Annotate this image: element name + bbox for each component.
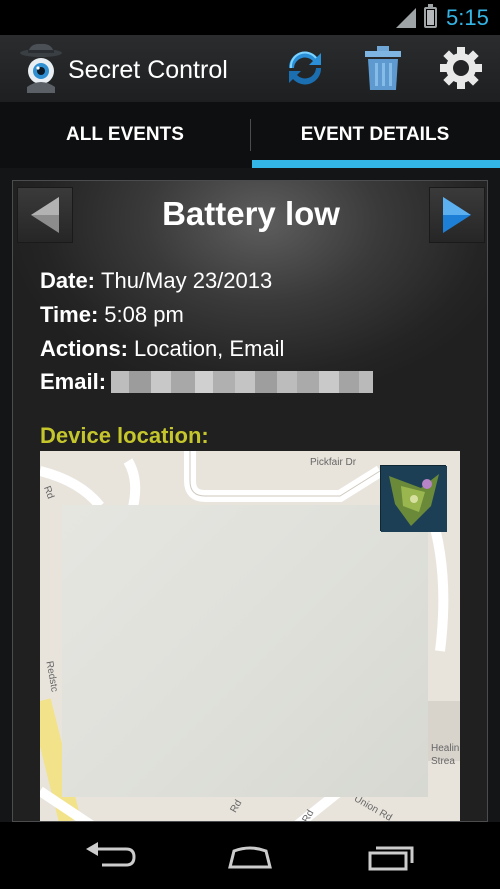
- email-value-redacted: [111, 371, 373, 393]
- map-thumbnail-image: [380, 465, 447, 532]
- map-street-label: Pickfair Dr: [310, 457, 357, 468]
- date-row: Date: Thu/May 23/2013: [40, 268, 272, 294]
- device-location-map[interactable]: Pickfair Dr Rd Dr Healin Strea Rd Union …: [40, 451, 460, 821]
- actions-row: Actions: Location, Email: [40, 336, 284, 362]
- tab-bar: ALL EVENTS EVENT DETAILS: [0, 102, 500, 168]
- back-button[interactable]: [80, 836, 140, 876]
- recent-apps-icon: [368, 846, 414, 871]
- spy-eye-app-icon[interactable]: [18, 43, 64, 93]
- status-time: 5:15: [446, 5, 489, 30]
- actions-label: Actions:: [40, 336, 128, 361]
- action-bar: Secret Control: [0, 35, 500, 102]
- app-title: Secret Control: [68, 56, 228, 84]
- map-redacted-overlay: [62, 505, 428, 797]
- date-value: Thu/May 23/2013: [101, 268, 273, 293]
- device-location-label: Device location:: [40, 423, 209, 448]
- next-event-button[interactable]: [429, 187, 485, 243]
- home-button[interactable]: [220, 836, 280, 876]
- gear-icon: [440, 47, 482, 89]
- time-row: Time: 5:08 pm: [40, 302, 184, 328]
- right-arrow-icon: [443, 197, 471, 233]
- map-place-label: Strea: [431, 756, 455, 767]
- delete-button[interactable]: [359, 44, 407, 92]
- date-label: Date:: [40, 268, 96, 293]
- sync-icon: [288, 51, 322, 85]
- email-row: Email:: [40, 369, 106, 395]
- recent-apps-button[interactable]: [360, 836, 420, 876]
- time-label: Time:: [40, 302, 99, 327]
- map-place-label: Healin: [431, 743, 460, 754]
- settings-button[interactable]: [437, 44, 485, 92]
- home-icon: [228, 846, 272, 869]
- event-card: Battery low Date: Thu/May 23/2013 Time: 5:…: [12, 180, 488, 822]
- actions-value: Location, Email: [134, 336, 285, 361]
- selected-tab-indicator: [252, 160, 500, 168]
- back-icon: [86, 842, 136, 867]
- tab-all-events[interactable]: ALL EVENTS: [0, 102, 250, 168]
- status-bar: 5:15: [0, 0, 500, 35]
- tab-event-details[interactable]: EVENT DETAILS: [250, 102, 500, 168]
- trash-icon: [365, 46, 401, 90]
- system-nav-bar: [0, 822, 500, 889]
- email-label: Email:: [40, 369, 107, 394]
- event-title: Battery low: [162, 195, 340, 232]
- sync-button[interactable]: [281, 44, 329, 92]
- signal-icon: [396, 8, 416, 28]
- time-value: 5:08 pm: [104, 302, 184, 327]
- battery-icon: [424, 4, 437, 28]
